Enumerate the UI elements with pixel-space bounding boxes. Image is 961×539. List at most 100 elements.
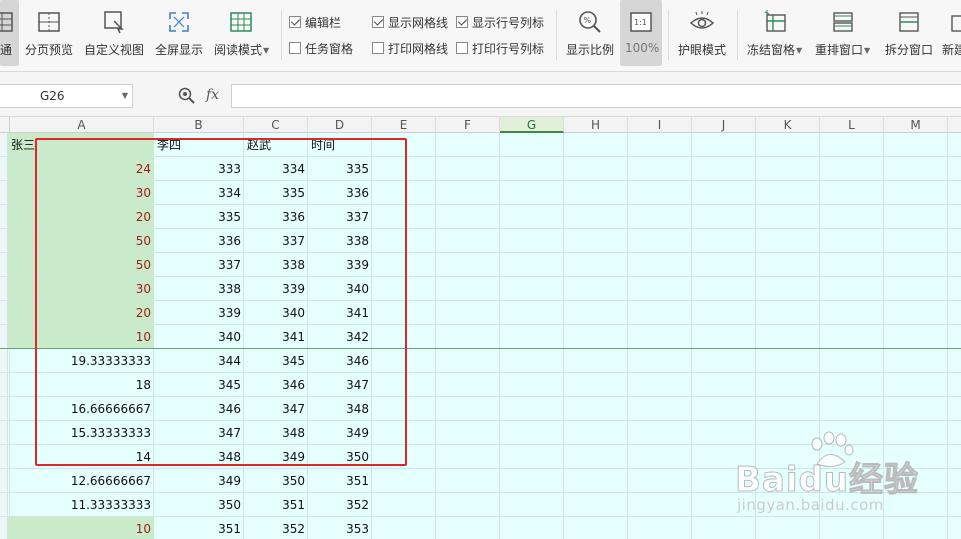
arrange-windows-icon: [833, 12, 853, 32]
show-gridlines-checkbox-label: 显示网格线: [388, 15, 449, 30]
column-header-f[interactable]: F: [436, 117, 500, 133]
cell-c[interactable]: 350: [244, 469, 308, 493]
formula-bar-checkbox[interactable]: 编辑栏: [289, 14, 341, 30]
chevron-down-icon: ▼: [796, 46, 803, 55]
grid-line: [499, 133, 500, 539]
checkbox-checked-icon: [289, 16, 301, 28]
print-gridlines-checkbox[interactable]: 打印网格线: [372, 40, 448, 56]
print-gridlines-checkbox-label: 打印网格线: [388, 41, 449, 56]
formula-bar: G26 ▼ fx: [0, 72, 961, 117]
baidu-jingyan-watermark: Baidu经验 jingyan.baidu.com: [734, 430, 955, 525]
show-headings-checkbox[interactable]: 显示行号列标: [456, 14, 544, 30]
ribbon-divider: [556, 10, 557, 60]
checkbox-checked-icon: [372, 16, 384, 28]
svg-text:%: %: [584, 16, 592, 25]
cell-c[interactable]: 352: [244, 517, 308, 539]
grid-line: [563, 133, 564, 539]
freeze-panes-button[interactable]: 冻结窗格▼: [744, 0, 806, 66]
reading-mode-icon: [230, 12, 252, 32]
cell-b[interactable]: 350: [154, 493, 244, 517]
column-header-j[interactable]: J: [692, 117, 756, 133]
watermark-url: jingyan.baidu.com: [737, 496, 884, 514]
grid-line: [627, 133, 628, 539]
arrange-windows-label: 重排窗口: [815, 43, 864, 57]
select-all-corner[interactable]: [0, 117, 10, 133]
cell-a[interactable]: 11.33333333: [10, 493, 154, 517]
column-header-k[interactable]: K: [756, 117, 820, 133]
annotation-red-box: [35, 138, 407, 466]
column-header-i[interactable]: I: [628, 117, 692, 133]
grid-line: [435, 133, 436, 539]
cell-d[interactable]: 351: [308, 469, 372, 493]
column-header-l[interactable]: L: [820, 117, 884, 133]
eye-protection-button[interactable]: 护眼模式: [675, 0, 729, 66]
print-headings-checkbox-label: 打印行号列标: [472, 41, 545, 56]
cell-d[interactable]: 353: [308, 517, 372, 539]
checkbox-unchecked-icon: [372, 42, 384, 54]
page-break-preview-label: 分页预览: [25, 43, 74, 57]
zoom-magnifier-icon[interactable]: [178, 87, 196, 105]
cell-b[interactable]: 351: [154, 517, 244, 539]
new-window-icon: [951, 15, 961, 32]
column-header-m[interactable]: M: [884, 117, 948, 133]
new-window-label: 新建: [942, 43, 961, 57]
zoom-100-button[interactable]: 1:1 100%: [620, 0, 662, 66]
print-headings-checkbox[interactable]: 打印行号列标: [456, 40, 544, 56]
chevron-down-icon: ▼: [263, 46, 270, 55]
cell-b[interactable]: 349: [154, 469, 244, 493]
cell-d[interactable]: 352: [308, 493, 372, 517]
custom-view-button[interactable]: 自定义视图: [82, 0, 146, 66]
split-window-label: 拆分窗口: [885, 43, 934, 57]
zoom-ratio-button[interactable]: % 显示比例: [563, 0, 617, 66]
formula-input[interactable]: [231, 84, 961, 108]
column-header-c[interactable]: C: [244, 117, 308, 133]
split-window-button[interactable]: 拆分窗口: [882, 0, 936, 66]
watermark-brand: Baidu经验: [734, 460, 920, 501]
checkbox-unchecked-icon: [289, 42, 301, 54]
fullscreen-label: 全屏显示: [155, 43, 204, 57]
column-headers: A B C D E F G H I J K L M: [0, 117, 961, 133]
chevron-down-icon: ▼: [121, 91, 128, 100]
normal-view-button[interactable]: 普通: [0, 0, 19, 66]
zoom-100-label: 100%: [625, 41, 660, 55]
arrange-windows-button[interactable]: 重排窗口▼: [812, 0, 874, 66]
column-header-d[interactable]: D: [308, 117, 372, 133]
column-header-e[interactable]: E: [372, 117, 436, 133]
freeze-panes-icon: [764, 10, 786, 32]
normal-view-icon: [0, 12, 13, 32]
checkbox-unchecked-icon: [456, 42, 468, 54]
grid-line: [691, 133, 692, 539]
task-pane-checkbox[interactable]: 任务窗格: [289, 40, 353, 56]
chevron-down-icon: ▼: [864, 46, 871, 55]
eye-protection-icon: [689, 11, 715, 29]
reading-mode-label: 阅读模式: [214, 43, 263, 57]
freeze-panes-label: 冻结窗格: [747, 43, 796, 57]
ribbon-divider: [737, 10, 738, 60]
show-gridlines-checkbox[interactable]: 显示网格线: [372, 14, 448, 30]
eye-protection-label: 护眼模式: [678, 43, 727, 57]
show-headings-checkbox-label: 显示行号列标: [472, 15, 545, 30]
ribbon-divider: [668, 10, 669, 60]
cell-a[interactable]: 10: [10, 517, 154, 539]
view-ribbon: 普通 分页预览 自定义视图 全屏显示 阅读模式▼ 编辑栏 任务窗格 显示网格线 …: [0, 0, 961, 72]
page-break-preview-button[interactable]: 分页预览: [22, 0, 76, 66]
checkbox-checked-icon: [456, 16, 468, 28]
row-header-strip: [0, 133, 8, 539]
column-header-g[interactable]: G: [500, 117, 564, 133]
column-header-h[interactable]: H: [564, 117, 628, 133]
new-window-button[interactable]: 新建: [940, 0, 961, 66]
fx-icon[interactable]: fx: [206, 84, 219, 106]
normal-view-label: 普通: [0, 43, 13, 57]
fullscreen-button[interactable]: 全屏显示: [152, 0, 206, 66]
column-header-b[interactable]: B: [154, 117, 244, 133]
task-pane-checkbox-label: 任务窗格: [305, 41, 354, 56]
name-box[interactable]: G26 ▼: [0, 84, 133, 108]
zoom-100-icon: 1:1: [630, 12, 652, 32]
formula-bar-checkbox-label: 编辑栏: [305, 15, 342, 30]
column-header-a[interactable]: A: [10, 117, 154, 133]
reading-mode-button[interactable]: 阅读模式▼: [211, 0, 273, 66]
cell-a[interactable]: 12.66666667: [10, 469, 154, 493]
split-window-icon: [899, 12, 919, 32]
custom-view-label: 自定义视图: [84, 43, 145, 57]
cell-c[interactable]: 351: [244, 493, 308, 517]
